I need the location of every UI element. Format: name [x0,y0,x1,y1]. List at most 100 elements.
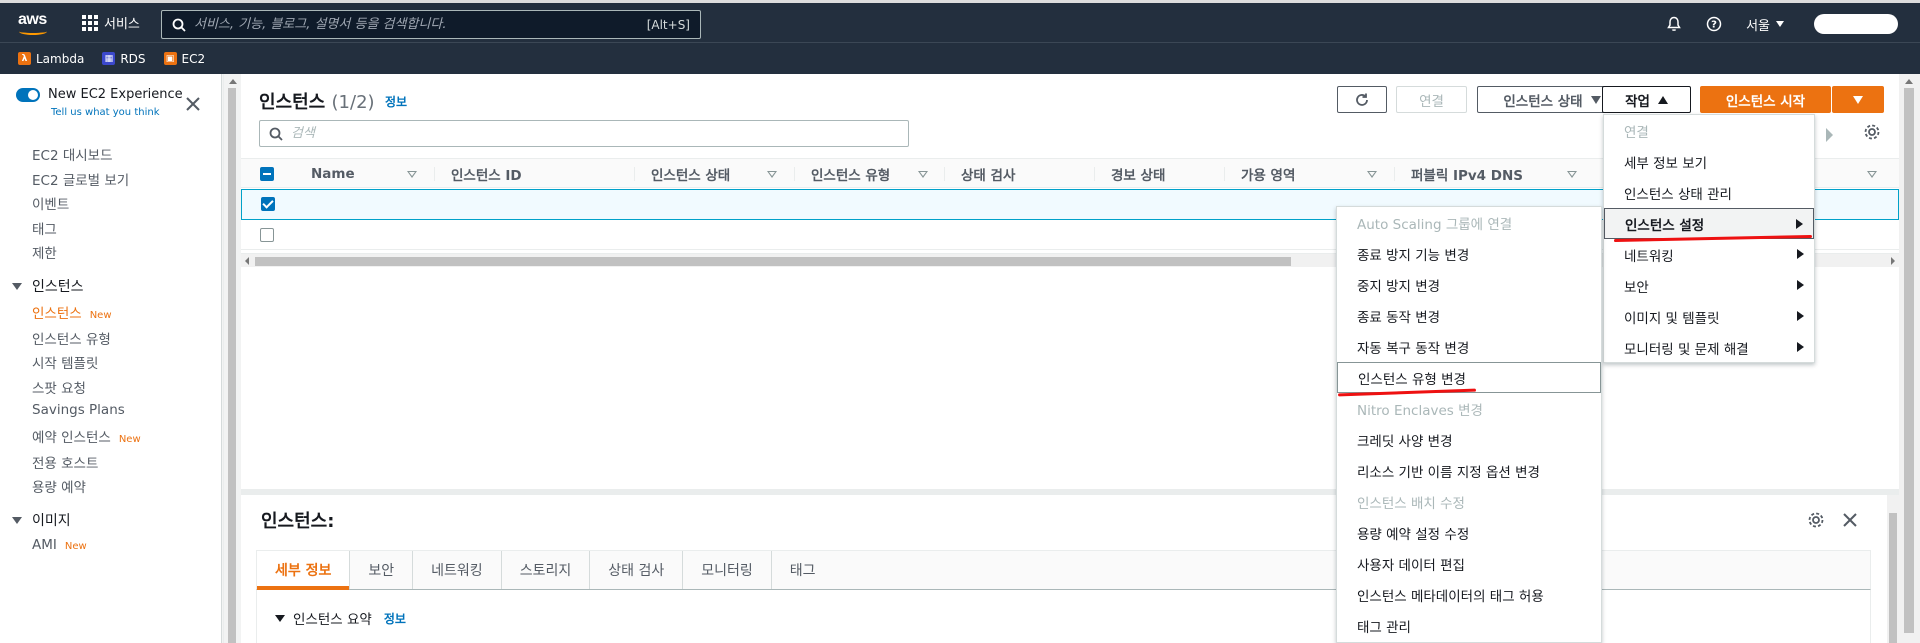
menu-item-monitoring[interactable]: 모니터링 및 문제 해결 [1604,332,1814,363]
sidebar-item-dashboard[interactable]: EC2 대시보드 [32,144,113,164]
menu-item-credit-spec[interactable]: 크레딧 사양 변경 [1337,424,1601,455]
global-search-input[interactable] [194,17,647,32]
tab-details[interactable]: 세부 정보 [257,551,351,590]
instance-search[interactable] [259,120,909,147]
next-page-icon[interactable] [1826,128,1833,142]
new-experience-toggle[interactable] [16,88,40,102]
menu-item-image-templates[interactable]: 이미지 및 템플릿 [1604,301,1814,332]
tab-networking[interactable]: 네트워킹 [413,551,502,589]
launch-instances-button[interactable]: 인스턴스 시작 [1700,86,1831,113]
account-menu[interactable] [1814,14,1898,34]
instance-search-input[interactable] [291,126,908,141]
gear-icon[interactable] [1807,511,1825,529]
column-header-name[interactable]: Name [311,159,355,189]
favorite-lambda[interactable]: λ Lambda [18,52,84,66]
select-all-checkbox[interactable] [260,167,274,181]
sidebar-item-ami[interactable]: AMI New [32,537,87,553]
sidebar-section-instances[interactable]: 인스턴스 [12,276,84,296]
tab-security[interactable]: 보안 [350,551,414,589]
column-header-public-dns[interactable]: 퍼블릭 IPv4 DNS [1411,159,1523,189]
menu-item-manage-state[interactable]: 인스턴스 상태 관리 [1604,177,1814,208]
info-link[interactable]: 정보 [384,610,406,627]
menu-item-metadata-tags[interactable]: 인스턴스 메타데이터의 태그 허용 [1337,579,1601,610]
row-checkbox[interactable] [261,197,275,211]
sidebar-item-instances[interactable]: 인스턴스 New [32,302,112,322]
sidebar-item-limits[interactable]: 제한 [32,242,57,262]
sidebar-item-dedicated-hosts[interactable]: 전용 호스트 [32,452,98,472]
menu-item-attach-asg[interactable]: Auto Scaling 그룹에 연결 [1337,207,1601,238]
bell-icon[interactable] [1654,4,1694,44]
sort-icon[interactable] [407,171,417,178]
connect-button[interactable]: 연결 [1396,86,1467,113]
sidebar-scrollbar[interactable] [223,74,241,643]
tab-tags[interactable]: 태그 [772,551,834,589]
sidebar-item-events[interactable]: 이벤트 [32,193,69,213]
tab-status-checks[interactable]: 상태 검사 [590,551,684,589]
tab-storage[interactable]: 스토리지 [502,551,591,589]
help-icon[interactable]: ? [1694,4,1734,44]
sidebar-item-instance-types[interactable]: 인스턴스 유형 [32,328,111,348]
column-header-status-check[interactable]: 상태 검사 [961,159,1015,189]
global-search[interactable]: [Alt+S] [161,10,701,39]
sidebar-item-savings-plans[interactable]: Savings Plans [32,402,125,418]
refresh-icon [1356,93,1368,106]
new-badge: New [118,434,141,445]
sort-icon[interactable] [1867,171,1877,178]
section-label: 이미지 [32,513,71,529]
menu-item-nitro-enclaves[interactable]: Nitro Enclaves 변경 [1337,393,1601,424]
aws-logo[interactable]: aws [18,11,50,35]
menu-item-networking[interactable]: 네트워킹 [1604,239,1814,270]
refresh-button[interactable] [1337,86,1387,113]
close-icon[interactable] [183,94,203,114]
sidebar-section-images[interactable]: 이미지 [12,510,71,530]
favorite-label: Lambda [36,51,85,66]
favorites-bar: λ Lambda ▦ RDS ▣ EC2 [0,42,1920,74]
sort-icon[interactable] [1567,171,1577,178]
menu-item-connect[interactable]: 연결 [1604,115,1814,146]
column-header-instance-id[interactable]: 인스턴스 ID [451,159,522,189]
submenu-arrow-icon [1797,249,1804,259]
info-link[interactable]: 정보 [385,93,407,110]
menu-item-resource-naming[interactable]: 리소스 기반 이름 지정 옵션 변경 [1337,455,1601,486]
column-header-instance-state[interactable]: 인스턴스 상태 [651,159,730,189]
close-icon[interactable] [1841,511,1859,529]
menu-item-capacity-reservation[interactable]: 용량 예약 설정 수정 [1337,517,1601,548]
menu-item-edit-user-data[interactable]: 사용자 데이터 편집 [1337,548,1601,579]
actions-button[interactable]: 작업 [1602,86,1691,113]
tab-monitoring[interactable]: 모니터링 [683,551,772,589]
menu-item-modify-placement[interactable]: 인스턴스 배치 수정 [1337,486,1601,517]
favorite-ec2[interactable]: ▣ EC2 [163,52,205,66]
menu-item-manage-tags[interactable]: 태그 관리 [1337,610,1601,641]
menu-item-view-details[interactable]: 세부 정보 보기 [1604,146,1814,177]
feedback-link[interactable]: Tell us what you think [51,107,160,118]
menu-item-instance-settings[interactable]: 인스턴스 설정 [1604,208,1814,239]
column-header-alarm-status[interactable]: 경보 상태 [1111,159,1165,189]
page-title-text: 인스턴스 [259,92,326,113]
sort-icon[interactable] [767,171,777,178]
sidebar-item-spot-requests[interactable]: 스팟 요청 [32,377,86,397]
menu-item-shutdown-behavior[interactable]: 종료 동작 변경 [1337,300,1601,331]
services-menu-button[interactable]: 서비스 [82,13,140,32]
submenu-arrow-icon [1797,311,1804,321]
row-checkbox[interactable] [260,228,274,242]
sidebar-item-reserved-instances[interactable]: 예약 인스턴스 New [32,426,141,446]
gear-icon[interactable] [1863,123,1881,141]
sidebar-item-launch-templates[interactable]: 시작 템플릿 [32,352,98,372]
instance-summary-header[interactable]: 인스턴스 요약 정보 [275,608,406,628]
column-header-instance-type[interactable]: 인스턴스 유형 [811,159,890,189]
sidebar-item-global-view[interactable]: EC2 글로벌 보기 [32,169,129,189]
sort-icon[interactable] [918,171,928,178]
menu-item-termination-protection[interactable]: 종료 방지 기능 변경 [1337,238,1601,269]
sort-icon[interactable] [1367,171,1377,178]
launch-dropdown-button[interactable] [1832,86,1884,113]
sidebar-item-capacity-reservations[interactable]: 용량 예약 [32,476,86,496]
menu-item-security[interactable]: 보안 [1604,270,1814,301]
details-scrollbar[interactable] [1887,495,1899,643]
page-scrollbar[interactable] [1899,74,1920,643]
region-selector[interactable]: 서울 [1746,15,1784,34]
menu-item-stop-protection[interactable]: 중지 방지 변경 [1337,269,1601,300]
column-header-availability-zone[interactable]: 가용 영역 [1241,159,1295,189]
menu-item-auto-recovery[interactable]: 자동 복구 동작 변경 [1337,331,1601,362]
sidebar-item-tags[interactable]: 태그 [32,218,57,238]
favorite-rds[interactable]: ▦ RDS [102,52,146,66]
